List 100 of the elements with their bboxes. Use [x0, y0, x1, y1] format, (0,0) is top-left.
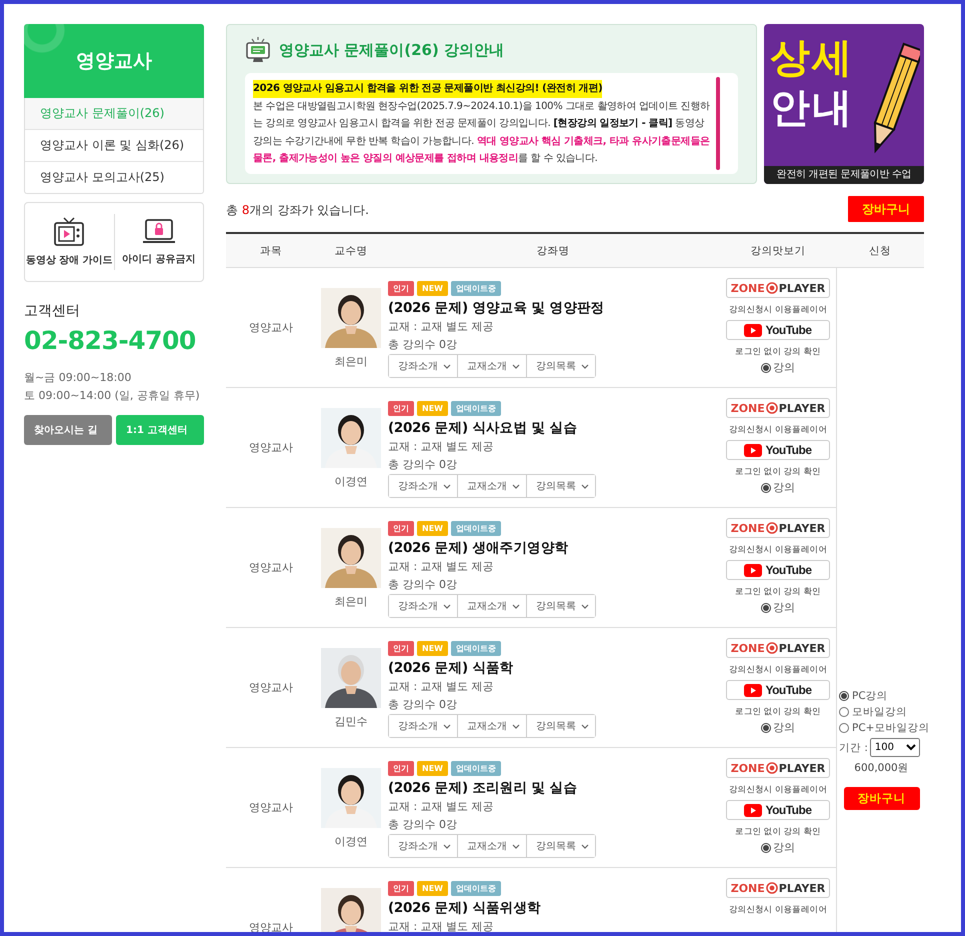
course-title[interactable]: (2026 문제) 영양교육 및 영양판정 [388, 299, 604, 317]
course-title[interactable]: (2026 문제) 생애주기영양학 [388, 539, 568, 557]
play-icon [744, 564, 762, 576]
play-icon [744, 324, 762, 336]
play-icon [744, 684, 762, 696]
sidebar-item[interactable]: 영양교사 이론 및 심화(26) [25, 129, 203, 161]
chevron-icon [443, 484, 451, 488]
info-title: 영양교사 문제풀이(26) 강의안내 [279, 40, 504, 60]
subject-text: 영양교사 [249, 560, 293, 575]
course-tag: 업데이트중 [450, 761, 501, 776]
detail-banner[interactable]: 상세 안내 완전히 개편된 문제풀이반 수업 [764, 24, 924, 184]
radio-label: 강의 [773, 600, 795, 615]
laptop-lock-icon [142, 218, 176, 246]
radio-button[interactable] [761, 842, 771, 852]
course-tag: 업데이트중 [450, 641, 501, 656]
tv-icon [53, 217, 86, 247]
quick-link[interactable]: 동영상 장애 가이드 [25, 217, 114, 267]
professor-name: 최은미 [334, 354, 368, 369]
course-title[interactable]: (2026 문제) 식품학 [388, 659, 514, 677]
course-title[interactable]: (2026 문제) 식품위생학 [388, 899, 541, 917]
radio-button[interactable] [839, 723, 849, 733]
radio-button[interactable] [761, 602, 771, 612]
material-text: 교재 : 교재 별도 제공 [388, 799, 494, 815]
radio-label: 강의 [773, 720, 795, 735]
player-caption: 로그인 없이 강의 확인 [735, 466, 821, 478]
course-title[interactable]: (2026 문제) 조리원리 및 실습 [388, 779, 578, 797]
target-icon [766, 402, 778, 414]
chevron-icon [581, 844, 589, 848]
player-caption: 강의신청시 이용플레이어 [728, 664, 828, 676]
dropdown-button[interactable]: 강의목록 [526, 715, 595, 737]
course-tag: 인기 [388, 281, 414, 296]
banner-text: 안내 [770, 86, 854, 130]
professor-name: 이경연 [334, 834, 368, 849]
radio-button[interactable] [761, 722, 771, 732]
youtube-button[interactable]: YouTube [726, 800, 830, 820]
zone-player-button[interactable]: ZONE PLAYER [726, 398, 830, 418]
target-icon [766, 762, 778, 774]
play-icon [744, 804, 762, 816]
player-caption: 강의신청시 이용플레이어 [728, 784, 828, 796]
radio-button[interactable] [761, 482, 771, 492]
course-tag: 업데이트중 [450, 881, 501, 896]
target-icon [766, 882, 778, 894]
period-label: 기간 : [839, 740, 868, 754]
radio-button[interactable] [761, 362, 771, 372]
zone-player-button[interactable]: ZONE PLAYER [726, 638, 830, 658]
course-tag: 업데이트중 [450, 521, 501, 536]
subject-text: 영양교사 [249, 440, 293, 455]
player-caption: 로그인 없이 강의 확인 [735, 586, 821, 598]
chevron-icon [443, 364, 451, 368]
column-header: 강좌명 [536, 244, 570, 258]
material-text: 교재 : 교재 별도 제공 [388, 439, 494, 455]
professor-name: 최은미 [334, 594, 368, 609]
youtube-button[interactable]: YouTube [726, 680, 830, 700]
material-text: 교재 : 교재 별도 제공 [388, 319, 494, 335]
course-count: 총 8개의 강좌가 있습니다. [226, 202, 369, 219]
course-tag: 인기 [388, 881, 414, 896]
hours-text: 토 09:00~14:00 (일, 공휴일 휴무) [24, 388, 201, 404]
course-tag: NEW [417, 401, 448, 416]
chevron-icon [443, 604, 451, 608]
target-icon [766, 282, 778, 294]
dropdown-button[interactable]: 강의목록 [526, 835, 595, 857]
radio-label: PC+모바일강의 [852, 721, 930, 735]
subject-text: 영양교사 [249, 680, 293, 695]
quick-link[interactable]: 아이디 공유금지 [114, 218, 203, 266]
hours-text: 월~금 09:00~18:00 [24, 370, 132, 386]
dropdown-button[interactable]: 강의목록 [526, 475, 595, 497]
support-title: 고객센터 [24, 302, 81, 320]
zone-player-button[interactable]: ZONE PLAYER [726, 278, 830, 298]
dropdown-button[interactable]: 강의목록 [526, 355, 595, 377]
lesson-count: 총 강의수 0강 [388, 817, 457, 833]
youtube-button[interactable]: YouTube [726, 560, 830, 580]
zone-player-button[interactable]: ZONE PLAYER [726, 518, 830, 538]
course-tag: NEW [417, 281, 448, 296]
schedule-link[interactable]: [현장강의 일정보기 - 클릭] [553, 118, 672, 129]
column-header: 강의맛보기 [750, 244, 806, 258]
player-caption: 로그인 없이 강의 확인 [735, 706, 821, 718]
target-icon [766, 522, 778, 534]
player-caption: 강의신청시 이용플레이어 [728, 304, 828, 316]
banner-caption: 완전히 개편된 문제풀이반 수업 [764, 166, 924, 184]
chevron-icon [581, 364, 589, 368]
youtube-button[interactable]: YouTube [726, 320, 830, 340]
directions-button[interactable]: 찾아오시는 길 [24, 415, 112, 445]
dropdown-button[interactable]: 강의목록 [526, 595, 595, 617]
radio-button[interactable] [839, 691, 849, 701]
radio-button[interactable] [839, 707, 849, 717]
lesson-count: 총 강의수 0강 [388, 577, 457, 593]
material-text: 교재 : 교재 별도 제공 [388, 679, 494, 695]
chevron-icon [512, 844, 520, 848]
player-caption: 로그인 없이 강의 확인 [735, 826, 821, 838]
zone-player-button[interactable]: ZONE PLAYER [726, 758, 830, 778]
period-select[interactable]: 100 [870, 738, 920, 757]
sidebar-item[interactable]: 영양교사 모의고사(25) [25, 161, 203, 193]
course-tag: NEW [417, 881, 448, 896]
category-title: 영양교사 [76, 49, 152, 74]
course-tag: 업데이트중 [450, 281, 501, 296]
youtube-button[interactable]: YouTube [726, 440, 830, 460]
player-caption: 로그인 없이 강의 확인 [735, 346, 821, 358]
course-title[interactable]: (2026 문제) 식사요법 및 실습 [388, 419, 578, 437]
zone-player-button[interactable]: ZONE PLAYER [726, 878, 830, 898]
monitor-chat-icon [245, 35, 271, 65]
